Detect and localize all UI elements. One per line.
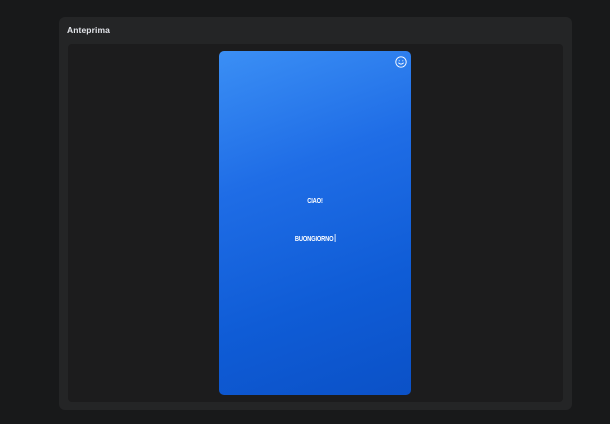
story-text-line-1[interactable]: CIAO! bbox=[236, 198, 393, 205]
preview-panel: Anteprima CIAO! BUONGIORNO bbox=[59, 17, 572, 410]
text-caret bbox=[334, 234, 336, 242]
panel-title: Anteprima bbox=[67, 25, 110, 35]
preview-area: CIAO! BUONGIORNO bbox=[68, 44, 563, 402]
story-text-line-2-content: BUONGIORNO bbox=[294, 236, 334, 243]
story-text-line-1-content: CIAO! bbox=[307, 198, 323, 205]
story-preview-card: CIAO! BUONGIORNO bbox=[219, 51, 411, 395]
smiley-icon bbox=[394, 55, 407, 68]
story-text-line-2[interactable]: BUONGIORNO bbox=[236, 234, 393, 243]
emoji-button[interactable] bbox=[394, 55, 407, 68]
